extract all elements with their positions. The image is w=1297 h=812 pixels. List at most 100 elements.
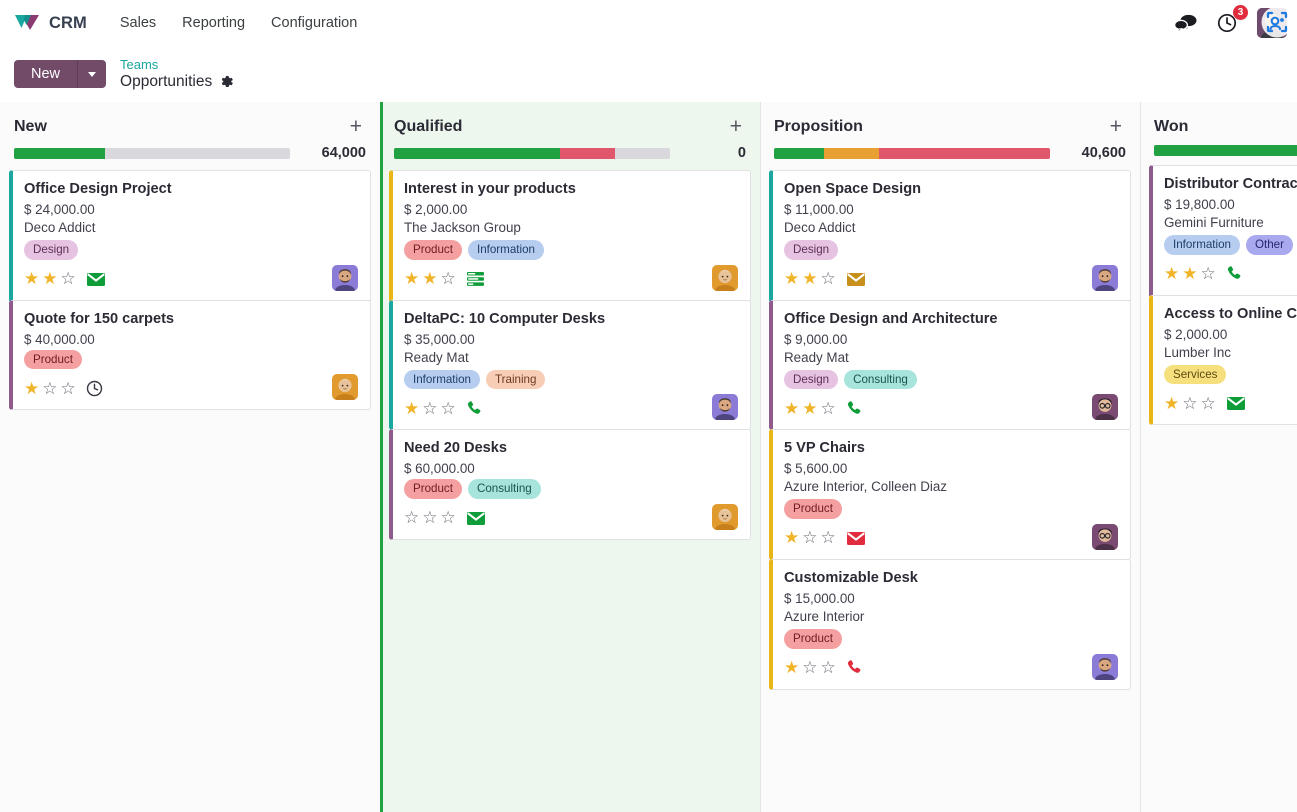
tasks-icon[interactable] bbox=[466, 271, 485, 287]
menu-item-sales[interactable]: Sales bbox=[109, 10, 167, 36]
envelope-icon[interactable] bbox=[1226, 395, 1246, 411]
tag-badge[interactable]: Product bbox=[404, 479, 462, 499]
progress-segment-0[interactable] bbox=[14, 147, 106, 159]
progress-segment-2[interactable] bbox=[878, 147, 1050, 159]
envelope-icon[interactable] bbox=[86, 271, 106, 287]
star-empty-icon[interactable]: ☆ bbox=[821, 529, 836, 546]
avatar[interactable] bbox=[1092, 394, 1118, 421]
star-empty-icon[interactable]: ☆ bbox=[441, 270, 456, 287]
tag-badge[interactable]: Product bbox=[24, 349, 82, 370]
star-filled-icon[interactable]: ★ bbox=[404, 400, 419, 417]
phone-icon[interactable] bbox=[1226, 265, 1243, 282]
star-filled-icon[interactable]: ★ bbox=[1182, 265, 1197, 282]
menu-item-reporting[interactable]: Reporting bbox=[171, 10, 256, 36]
progress-segment-1[interactable] bbox=[823, 147, 879, 159]
new-dropdown-button[interactable] bbox=[78, 60, 107, 88]
plus-icon[interactable]: + bbox=[726, 116, 746, 137]
kanban-card[interactable]: Office Design Project $ 24,000.00 Deco Add… bbox=[9, 170, 371, 301]
kanban-card[interactable]: Open Space Design $ 11,000.00 Deco Addict D… bbox=[769, 170, 1131, 301]
tag-badge[interactable]: Design bbox=[784, 240, 839, 260]
breadcrumb-item-teams[interactable]: Teams bbox=[120, 57, 234, 73]
kanban-card[interactable]: Interest in your products $ 2,000.00 The J… bbox=[389, 170, 751, 301]
plus-icon[interactable]: + bbox=[1106, 116, 1126, 137]
progress-segment-0[interactable] bbox=[1154, 145, 1297, 156]
kanban-card[interactable]: Need 20 Desks $ 60,000.00 Product Consultin… bbox=[389, 429, 751, 540]
tag-badge[interactable]: Product bbox=[784, 499, 842, 519]
star-empty-icon[interactable]: ☆ bbox=[802, 659, 817, 676]
envelope-icon[interactable] bbox=[846, 530, 866, 546]
phone-icon[interactable] bbox=[846, 400, 863, 417]
activities-button[interactable]: 3 bbox=[1215, 5, 1248, 36]
gear-icon[interactable] bbox=[219, 74, 234, 89]
tag-badge[interactable]: Product bbox=[404, 240, 462, 260]
star-filled-icon[interactable]: ★ bbox=[784, 400, 799, 417]
progress-segment-0[interactable] bbox=[394, 147, 560, 159]
avatar[interactable] bbox=[712, 264, 738, 291]
avatar[interactable] bbox=[712, 503, 738, 530]
user-avatar[interactable] bbox=[1257, 6, 1293, 38]
star-empty-icon[interactable]: ☆ bbox=[61, 380, 76, 397]
tag-badge[interactable]: Information bbox=[467, 240, 544, 260]
tag-badge[interactable]: Product bbox=[784, 628, 842, 649]
star-filled-icon[interactable]: ★ bbox=[784, 270, 799, 287]
star-empty-icon[interactable]: ☆ bbox=[1182, 395, 1197, 412]
avatar[interactable] bbox=[712, 394, 738, 421]
kanban-card[interactable]: Distributor Contract $ 19,800.00 Gemini Fu… bbox=[1149, 165, 1297, 296]
tag-badge[interactable]: Design bbox=[784, 369, 839, 390]
clock-icon[interactable] bbox=[86, 380, 103, 397]
star-filled-icon[interactable]: ★ bbox=[802, 400, 817, 417]
star-empty-icon[interactable]: ☆ bbox=[1201, 265, 1216, 282]
phone-icon[interactable] bbox=[846, 659, 863, 676]
messages-button[interactable] bbox=[1173, 10, 1199, 36]
tag-badge[interactable]: Consulting bbox=[467, 479, 541, 499]
star-filled-icon[interactable]: ★ bbox=[24, 270, 39, 287]
star-empty-icon[interactable]: ☆ bbox=[441, 400, 456, 417]
star-filled-icon[interactable]: ★ bbox=[1164, 395, 1179, 412]
phone-icon[interactable] bbox=[466, 400, 483, 417]
progress-bar[interactable] bbox=[1154, 145, 1297, 156]
tag-badge[interactable]: Information bbox=[404, 369, 480, 390]
menu-item-configuration[interactable]: Configuration bbox=[260, 10, 368, 36]
star-empty-icon[interactable]: ☆ bbox=[42, 380, 57, 397]
star-empty-icon[interactable]: ☆ bbox=[821, 270, 836, 287]
progress-bar[interactable] bbox=[774, 147, 1050, 159]
star-empty-icon[interactable]: ☆ bbox=[441, 509, 456, 526]
new-button[interactable]: New bbox=[14, 60, 79, 88]
star-empty-icon[interactable]: ☆ bbox=[821, 659, 836, 676]
star-empty-icon[interactable]: ☆ bbox=[61, 270, 76, 287]
plus-icon[interactable]: + bbox=[346, 116, 366, 137]
tag-badge[interactable]: Consulting bbox=[844, 369, 917, 390]
avatar[interactable] bbox=[332, 264, 358, 291]
star-filled-icon[interactable]: ★ bbox=[1164, 265, 1179, 282]
avatar[interactable] bbox=[1092, 653, 1118, 680]
kanban-card[interactable]: Quote for 150 carpets $ 40,000.00 Product ★… bbox=[9, 299, 371, 411]
star-filled-icon[interactable]: ★ bbox=[784, 659, 799, 676]
tag-badge[interactable]: Other bbox=[1246, 235, 1293, 255]
star-empty-icon[interactable]: ☆ bbox=[422, 400, 437, 417]
kanban-card[interactable]: DeltaPC: 10 Computer Desks $ 35,000.00 Rea… bbox=[389, 299, 751, 431]
star-filled-icon[interactable]: ★ bbox=[42, 270, 57, 287]
tag-badge[interactable]: Design bbox=[24, 240, 79, 260]
star-filled-icon[interactable]: ★ bbox=[24, 380, 39, 397]
app-brand[interactable]: CRM bbox=[14, 13, 87, 33]
star-empty-icon[interactable]: ☆ bbox=[821, 400, 836, 417]
kanban-card[interactable]: Office Design and Architecture $ 9,000.00… bbox=[769, 299, 1131, 431]
star-empty-icon[interactable]: ☆ bbox=[802, 529, 817, 546]
avatar[interactable] bbox=[1092, 523, 1118, 550]
star-filled-icon[interactable]: ★ bbox=[802, 270, 817, 287]
kanban-card[interactable]: 5 VP Chairs $ 5,600.00 Azure Interior, Col… bbox=[769, 429, 1131, 560]
tag-badge[interactable]: Training bbox=[486, 369, 546, 390]
star-filled-icon[interactable]: ★ bbox=[422, 270, 437, 287]
tag-badge[interactable]: Services bbox=[1164, 364, 1227, 385]
avatar[interactable] bbox=[332, 374, 358, 401]
kanban-card[interactable]: Access to Online Catalog $ 2,000.00 Lumber… bbox=[1149, 294, 1297, 426]
progress-segment-0[interactable] bbox=[774, 147, 824, 159]
envelope-icon[interactable] bbox=[846, 271, 866, 287]
progress-segment-1[interactable] bbox=[559, 147, 615, 159]
star-empty-icon[interactable]: ☆ bbox=[404, 509, 419, 526]
star-empty-icon[interactable]: ☆ bbox=[1201, 395, 1216, 412]
progress-bar[interactable] bbox=[14, 147, 290, 159]
star-filled-icon[interactable]: ★ bbox=[404, 270, 419, 287]
star-filled-icon[interactable]: ★ bbox=[784, 529, 799, 546]
star-empty-icon[interactable]: ☆ bbox=[422, 509, 437, 526]
